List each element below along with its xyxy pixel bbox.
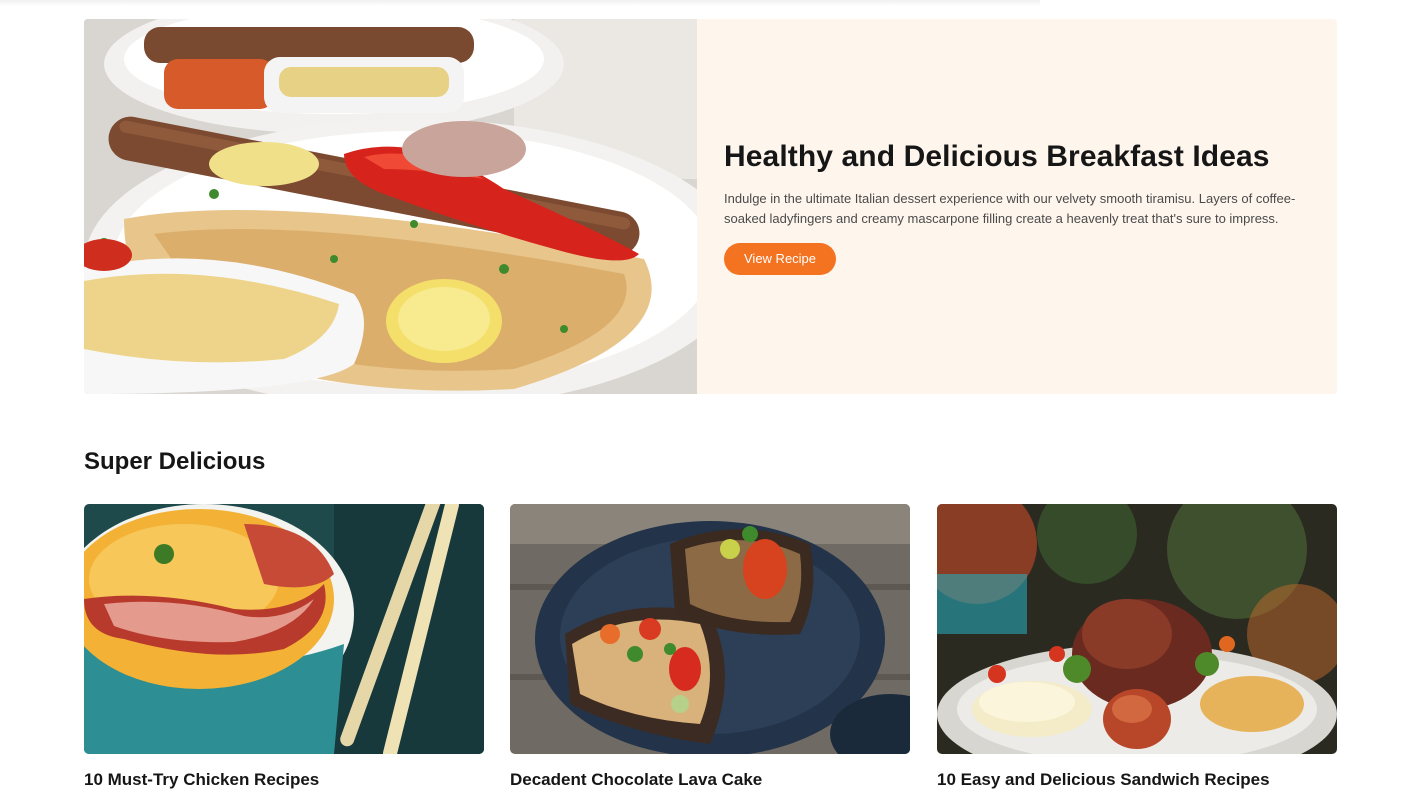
soup-bacon-illustration (84, 504, 484, 754)
hero-description: Indulge in the ultimate Italian dessert … (724, 191, 1296, 226)
recipe-card-title[interactable]: 10 Easy and Delicious Sandwich Recipes (937, 770, 1337, 790)
section-title: Super Delicious (84, 448, 266, 475)
recipe-card-grid: 10 Must-Try Chicken Recipes Decadent Cho… (84, 504, 1337, 797)
kebab-plate-illustration (84, 19, 697, 394)
recipe-card[interactable]: Decadent Chocolate Lava Cake (510, 504, 910, 790)
recipe-card-title[interactable]: Decadent Chocolate Lava Cake (510, 770, 910, 790)
salad-plate-illustration (937, 504, 1337, 754)
recipe-card-image[interactable] (937, 504, 1337, 754)
hero-content: Healthy and Delicious Breakfast Ideas In… (697, 19, 1337, 394)
toast-plate-illustration (510, 504, 910, 754)
hero-image[interactable] (84, 19, 697, 394)
recipe-card-image[interactable] (510, 504, 910, 754)
recipe-card[interactable]: 10 Must-Try Chicken Recipes (84, 504, 484, 790)
header-shadow (0, 0, 1040, 6)
featured-recipe-hero: Healthy and Delicious Breakfast Ideas In… (84, 19, 1337, 394)
recipe-card-title[interactable]: 10 Must-Try Chicken Recipes (84, 770, 484, 790)
view-recipe-button[interactable]: View Recipe (724, 243, 837, 275)
recipe-card[interactable]: 10 Easy and Delicious Sandwich Recipes (937, 504, 1337, 790)
hero-title: Healthy and Delicious Breakfast Ideas (724, 140, 1270, 173)
recipe-card-image[interactable] (84, 504, 484, 754)
